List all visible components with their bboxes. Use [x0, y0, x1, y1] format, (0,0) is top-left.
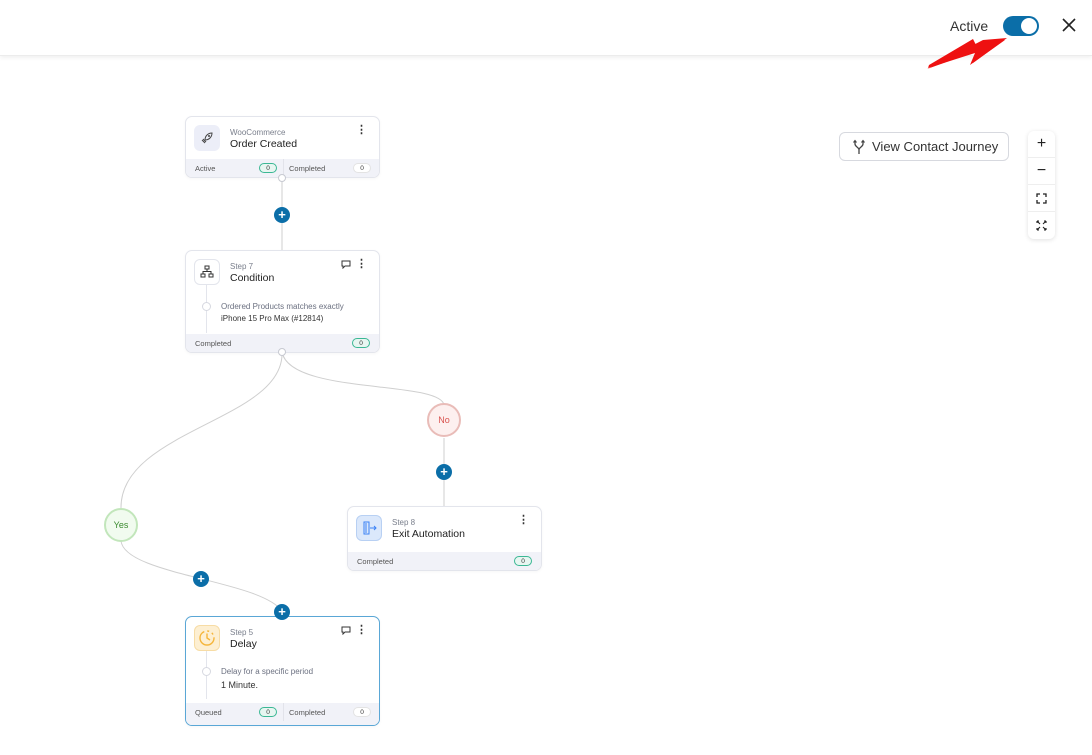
rocket-icon	[194, 125, 220, 151]
node-exit-automation[interactable]: Step 8 Exit Automation ⋮ Completed 0	[347, 506, 542, 571]
output-port[interactable]	[278, 174, 286, 182]
output-port[interactable]	[278, 348, 286, 356]
node-title: Exit Automation	[392, 528, 465, 540]
node-subtitle: Step 7	[230, 262, 254, 271]
kebab-menu-icon[interactable]: ⋮	[356, 125, 367, 136]
kebab-menu-icon[interactable]: ⋮	[518, 515, 529, 526]
node-order-created[interactable]: WooCommerce Order Created ⋮ Active 0 Com…	[185, 116, 380, 178]
sitemap-icon	[194, 259, 220, 285]
comment-icon[interactable]	[341, 260, 351, 269]
branch-merge-icon	[853, 139, 865, 154]
add-step-button[interactable]: +	[274, 604, 290, 620]
branch-yes[interactable]: Yes	[104, 508, 138, 542]
zoom-in-button[interactable]: +	[1028, 131, 1055, 158]
rule-label: Delay for a specific period	[221, 667, 314, 676]
node-title: Order Created	[230, 138, 298, 150]
add-step-button[interactable]: +	[193, 571, 209, 587]
stat-badge: 0	[514, 556, 532, 566]
stat-badge: 0	[353, 163, 371, 173]
fit-screen-button[interactable]	[1028, 185, 1055, 212]
node-title: Delay	[230, 638, 257, 650]
node-title: Condition	[230, 272, 275, 284]
fit-screen-icon	[1036, 192, 1047, 204]
zoom-controls: + −	[1028, 131, 1055, 239]
kebab-menu-icon[interactable]: ⋮	[356, 259, 367, 270]
rule-dot	[202, 667, 211, 676]
stat-label: Active	[195, 163, 216, 173]
stat-label: Completed	[289, 163, 326, 173]
fullscreen-icon	[1036, 220, 1047, 231]
zoom-out-button[interactable]: −	[1028, 158, 1055, 185]
comment-icon[interactable]	[341, 626, 351, 635]
flow-edges	[120, 180, 445, 612]
add-step-button[interactable]: +	[274, 207, 290, 223]
kebab-menu-icon[interactable]: ⋮	[356, 625, 367, 636]
node-delay[interactable]: Step 5 Delay ⋮ Delay for a specific peri…	[185, 616, 380, 726]
rule-dot	[202, 302, 211, 311]
toggle-knob	[1021, 18, 1037, 34]
node-stats: Completed 0	[348, 552, 541, 570]
annotation-arrow-icon	[927, 38, 1007, 69]
fullscreen-button[interactable]	[1028, 212, 1055, 239]
stat-badge: 0	[259, 707, 277, 717]
node-subtitle: WooCommerce	[230, 128, 286, 137]
stat-label: Queued	[195, 707, 222, 717]
stat-badge: 0	[353, 707, 371, 717]
close-icon	[1062, 18, 1076, 32]
active-toggle[interactable]	[1003, 16, 1039, 36]
node-subtitle: Step 5	[230, 628, 254, 637]
add-step-button[interactable]: +	[436, 464, 452, 480]
branch-no[interactable]: No	[427, 403, 461, 437]
clock-icon	[194, 625, 220, 651]
rule-value: iPhone 15 Pro Max (#12814)	[221, 314, 324, 323]
edge-condition-no	[281, 351, 445, 406]
stat-label: Completed	[195, 338, 232, 348]
node-stats: Queued 0 Completed 0	[186, 703, 379, 725]
view-contact-journey-label: View Contact Journey	[872, 139, 999, 154]
node-subtitle: Step 8	[392, 518, 416, 527]
active-label: Active	[950, 18, 989, 34]
node-condition[interactable]: Step 7 Condition ⋮ Ordered Products matc…	[185, 250, 380, 353]
rule-value: 1 Minute.	[221, 680, 259, 690]
stat-badge: 0	[352, 338, 370, 348]
rule-label: Ordered Products matches exactly	[221, 302, 344, 311]
edge-condition-yes	[120, 351, 283, 509]
stat-label: Completed	[357, 556, 394, 566]
close-button[interactable]	[1060, 16, 1078, 34]
view-contact-journey-button[interactable]: View Contact Journey	[839, 132, 1009, 161]
exit-door-icon	[356, 515, 382, 541]
stat-label: Completed	[289, 707, 326, 717]
stat-badge: 0	[259, 163, 277, 173]
